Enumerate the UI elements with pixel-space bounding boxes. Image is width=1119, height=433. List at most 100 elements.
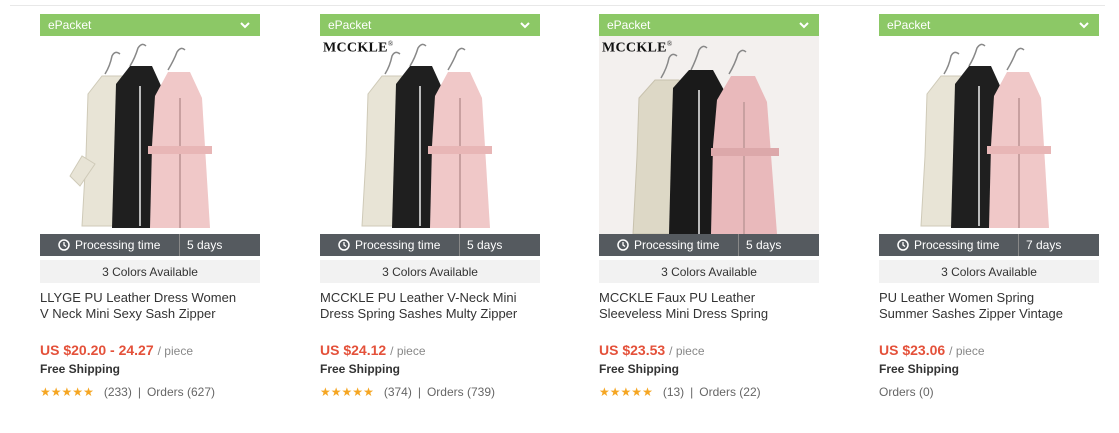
product-image[interactable] bbox=[879, 36, 1099, 234]
star-icon: ★ bbox=[363, 385, 374, 399]
product-card[interactable]: ePacket MCCKLE® Processing time 5 days 3… bbox=[599, 14, 819, 399]
product-title-line-1: MCCKLE PU Leather V-Neck Mini bbox=[320, 290, 517, 305]
star-icon: ★ bbox=[330, 385, 342, 399]
clock-icon bbox=[617, 239, 629, 251]
star-icon: ★ bbox=[609, 385, 621, 399]
product-image[interactable] bbox=[40, 36, 260, 234]
processing-time-bar: Processing time 5 days bbox=[599, 234, 819, 256]
product-title-line-1: LLYGE PU Leather Dress Women bbox=[40, 290, 237, 305]
separator: | bbox=[690, 385, 694, 399]
star-icon: ★ bbox=[72, 385, 83, 399]
product-image[interactable]: MCCKLE® bbox=[599, 36, 819, 234]
product-title-link[interactable]: LLYGE PU Leather Dress Women V Neck Mini… bbox=[40, 290, 260, 326]
colors-available[interactable]: 3 Colors Available bbox=[40, 260, 260, 283]
star-rating[interactable]: ★ ★ ★ ★ ★ bbox=[40, 386, 94, 398]
order-count[interactable]: Orders (627) bbox=[147, 385, 215, 399]
clock-icon bbox=[897, 239, 909, 251]
clock-icon bbox=[338, 239, 350, 251]
product-price: US $24.12 bbox=[320, 342, 387, 358]
product-title-link[interactable]: MCCKLE PU Leather V-Neck Mini Dress Spri… bbox=[320, 290, 540, 326]
review-count[interactable]: (13) bbox=[663, 385, 684, 399]
price-unit: / piece bbox=[390, 344, 426, 358]
star-icon: ★ bbox=[642, 385, 653, 399]
order-count[interactable]: Orders (0) bbox=[879, 385, 934, 399]
order-count[interactable]: Orders (22) bbox=[699, 385, 760, 399]
free-shipping-label: Free Shipping bbox=[320, 362, 401, 376]
star-icon: ★ bbox=[61, 385, 73, 399]
clock-icon bbox=[58, 239, 70, 251]
separator: | bbox=[417, 385, 421, 399]
shipping-method-label: ePacket bbox=[887, 18, 931, 32]
star-icon: ★ bbox=[631, 385, 642, 399]
product-price: US $20.20 - 24.27 bbox=[40, 342, 154, 358]
rating-row: ★ ★ ★ ★ ★ (233) | Orders (627) bbox=[40, 385, 260, 399]
star-rating[interactable]: ★ ★ ★ ★ ★ bbox=[320, 386, 374, 398]
star-icon: ★ bbox=[599, 385, 610, 399]
colors-available[interactable]: 3 Colors Available bbox=[879, 260, 1099, 283]
shipping-method-label: ePacket bbox=[48, 18, 92, 32]
star-icon: ★ bbox=[83, 385, 94, 399]
rating-row: ★ ★ ★ ★ ★ (13) | Orders (22) bbox=[599, 385, 819, 399]
processing-time-label: Processing time bbox=[634, 238, 720, 252]
product-title-link[interactable]: MCCKLE Faux PU Leather Sleeveless Mini D… bbox=[599, 290, 819, 326]
colors-available[interactable]: 3 Colors Available bbox=[599, 260, 819, 283]
dresses-illustration bbox=[632, 45, 779, 234]
brand-logo: MCCKLE® bbox=[323, 40, 394, 56]
product-title-line-2: Dress Spring Sashes Multy Zipper bbox=[320, 306, 518, 321]
processing-time-value: 5 days bbox=[467, 238, 503, 252]
chevron-down-icon bbox=[797, 18, 811, 32]
processing-time-value: 7 days bbox=[1026, 238, 1062, 252]
separator: | bbox=[137, 385, 141, 399]
free-shipping-label: Free Shipping bbox=[879, 362, 960, 376]
star-icon: ★ bbox=[40, 385, 51, 399]
chevron-down-icon bbox=[238, 18, 252, 32]
product-title-line-2: Summer Sashes Zipper Vintage bbox=[879, 306, 1064, 321]
processing-time-bar: Processing time 7 days bbox=[879, 234, 1099, 256]
price-unit: / piece bbox=[949, 344, 985, 358]
star-icon: ★ bbox=[50, 385, 62, 399]
rating-row: ★ ★ ★ ★ ★ (374) | Orders (739) bbox=[320, 385, 540, 399]
product-title-line-2: Sleeveless Mini Dress Spring bbox=[599, 306, 769, 321]
dresses-illustration bbox=[69, 43, 212, 228]
star-rating[interactable]: ★ ★ ★ ★ ★ bbox=[599, 386, 653, 398]
free-shipping-label: Free Shipping bbox=[40, 362, 121, 376]
free-shipping-label: Free Shipping bbox=[599, 362, 680, 376]
shipping-method-select[interactable]: ePacket bbox=[879, 14, 1099, 36]
product-title-line-1: MCCKLE Faux PU Leather bbox=[599, 290, 756, 305]
product-card[interactable]: ePacket bbox=[879, 14, 1099, 399]
colors-available[interactable]: 3 Colors Available bbox=[320, 260, 540, 283]
shipping-method-select[interactable]: ePacket bbox=[40, 14, 260, 36]
product-image[interactable]: MCCKLE® bbox=[320, 36, 540, 234]
processing-time-label: Processing time bbox=[75, 238, 161, 252]
shipping-method-label: ePacket bbox=[607, 18, 651, 32]
product-title-line-1: PU Leather Women Spring bbox=[879, 290, 1035, 305]
processing-time-bar: Processing time 5 days bbox=[320, 234, 540, 256]
processing-time-label: Processing time bbox=[355, 238, 441, 252]
chevron-down-icon bbox=[518, 18, 532, 32]
review-count[interactable]: (233) bbox=[104, 385, 132, 399]
brand-logo: MCCKLE® bbox=[602, 40, 673, 56]
star-icon: ★ bbox=[620, 385, 632, 399]
product-price: US $23.06 bbox=[879, 342, 946, 358]
dresses-illustration bbox=[920, 43, 1051, 228]
shipping-method-select[interactable]: ePacket bbox=[599, 14, 819, 36]
processing-time-value: 5 days bbox=[746, 238, 782, 252]
price-unit: / piece bbox=[669, 344, 705, 358]
price-unit: / piece bbox=[157, 344, 193, 358]
dresses-illustration bbox=[361, 43, 492, 228]
chevron-down-icon bbox=[1077, 18, 1091, 32]
star-icon: ★ bbox=[320, 385, 331, 399]
processing-time-bar: Processing time 5 days bbox=[40, 234, 260, 256]
top-divider bbox=[10, 5, 1105, 6]
product-title-line-2: V Neck Mini Sexy Sash Zipper bbox=[40, 306, 216, 321]
shipping-method-label: ePacket bbox=[328, 18, 372, 32]
product-card[interactable]: ePacket bbox=[40, 14, 260, 399]
product-card[interactable]: ePacket MCCKLE® Processing time 5 days 3… bbox=[320, 14, 540, 399]
star-icon: ★ bbox=[352, 385, 363, 399]
order-count[interactable]: Orders (739) bbox=[427, 385, 495, 399]
rating-row: Orders (0) bbox=[879, 385, 1099, 399]
star-icon: ★ bbox=[341, 385, 353, 399]
shipping-method-select[interactable]: ePacket bbox=[320, 14, 540, 36]
product-title-link[interactable]: PU Leather Women Spring Summer Sashes Zi… bbox=[879, 290, 1099, 326]
review-count[interactable]: (374) bbox=[384, 385, 412, 399]
